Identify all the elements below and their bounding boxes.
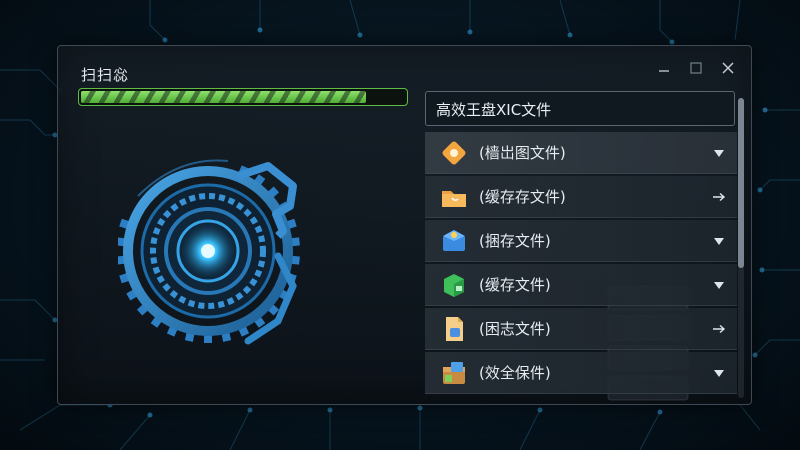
chevron-down-icon[interactable] (707, 236, 731, 246)
file-category-label: (效全保件) (479, 364, 551, 382)
file-category-label: (困志文件) (479, 320, 551, 338)
maximize-icon[interactable] (687, 59, 705, 77)
close-icon[interactable] (719, 59, 737, 77)
arrow-right-icon[interactable] (707, 324, 731, 334)
document-icon (439, 314, 469, 344)
file-category-row[interactable]: (缓存文件) (425, 264, 737, 306)
scanner-window: 扫扫惢 高效王盘XIC文件 (樯岀图文件) (缓存存文件) (捆存文件) (缓存… (57, 45, 752, 405)
minimize-icon[interactable] (655, 59, 673, 77)
file-category-label: (捆存文件) (479, 232, 551, 250)
file-category-panel: 高效王盘XIC文件 (樯岀图文件) (缓存存文件) (捆存文件) (缓存文件) (困志文… (425, 91, 737, 404)
file-category-row[interactable]: (捆存文件) (425, 220, 737, 262)
scan-gear-graphic (118, 159, 300, 345)
scrollbar-thumb[interactable] (738, 98, 744, 268)
chevron-down-icon[interactable] (707, 280, 731, 290)
orange-folder-icon (439, 182, 469, 212)
file-category-row[interactable]: (效全保件) (425, 352, 737, 394)
orange-diamond-icon (439, 138, 469, 168)
chevron-down-icon[interactable] (707, 148, 731, 158)
scan-progress-fill (81, 91, 367, 103)
file-category-label: (缓存文件) (479, 276, 551, 294)
file-category-row[interactable]: (困志文件) (425, 308, 737, 350)
green-cube-icon (439, 270, 469, 300)
window-controls (655, 59, 737, 77)
scan-progress-bar (78, 88, 408, 106)
file-list-header: 高效王盘XIC文件 (425, 91, 735, 126)
package-icon (439, 358, 469, 388)
file-category-row[interactable]: (樯岀图文件) (425, 132, 737, 174)
window-title: 扫扫惢 (81, 66, 130, 84)
file-category-label: (缓存存文件) (479, 188, 566, 206)
arrow-right-icon[interactable] (707, 192, 731, 202)
chevron-down-icon[interactable] (707, 368, 731, 378)
blue-box-icon (439, 226, 469, 256)
list-scrollbar[interactable] (738, 98, 744, 398)
file-category-label: (樯岀图文件) (479, 144, 566, 162)
file-category-row[interactable]: (缓存存文件) (425, 176, 737, 218)
file-category-list: (樯岀图文件) (缓存存文件) (捆存文件) (缓存文件) (困志文件) (效全保件) (425, 132, 737, 396)
